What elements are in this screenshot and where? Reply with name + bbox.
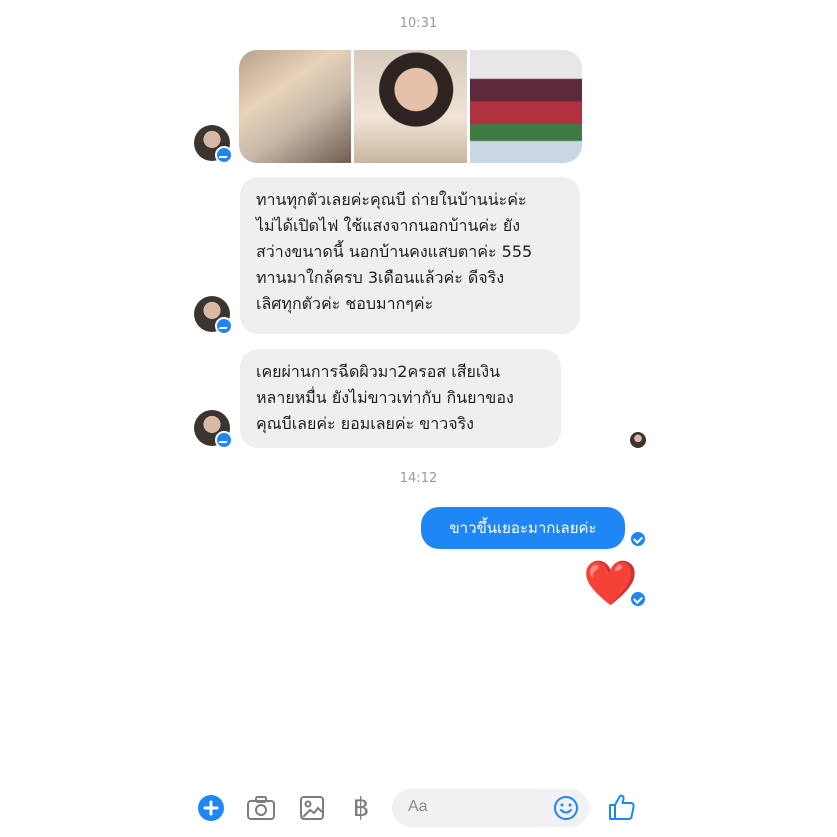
delivered-check-icon xyxy=(631,592,645,606)
contact-avatar[interactable] xyxy=(194,410,233,449)
message-input[interactable]: Aa xyxy=(392,789,589,827)
messenger-badge-icon xyxy=(215,146,233,164)
timestamp: 10:31 xyxy=(399,16,438,31)
seen-avatar xyxy=(630,432,646,448)
messenger-badge-icon xyxy=(215,431,233,449)
message-input-placeholder: Aa xyxy=(408,798,428,815)
plus-icon[interactable] xyxy=(197,794,225,822)
contact-avatar[interactable] xyxy=(194,125,233,164)
baht-icon[interactable]: ฿ xyxy=(349,792,373,824)
messenger-badge-icon xyxy=(215,317,233,335)
contact-avatar[interactable] xyxy=(194,296,233,335)
photo-thumbnail[interactable] xyxy=(469,50,582,163)
timestamp: 14:12 xyxy=(399,471,438,486)
incoming-message[interactable]: เคยผ่านการฉีดผิวมา2ครอส เสียเงิน หลายหมื… xyxy=(240,349,561,448)
heart-emoji-message[interactable]: ❤️ xyxy=(583,562,638,606)
incoming-message[interactable]: ทานทุกตัวเลยค่ะคุณบี ถ่ายในบ้านน่ะค่ะ ไม… xyxy=(240,177,580,334)
image-icon[interactable] xyxy=(299,794,325,822)
emoji-icon[interactable] xyxy=(553,795,579,821)
camera-icon[interactable] xyxy=(246,794,276,822)
delivered-check-icon xyxy=(631,532,645,546)
photo-thumbnail[interactable] xyxy=(239,50,352,163)
photo-group[interactable] xyxy=(239,50,582,163)
photo-thumbnail[interactable] xyxy=(354,50,467,163)
outgoing-message[interactable]: ขาวขึ้นเยอะมากเลยค่ะ xyxy=(421,507,625,549)
like-icon[interactable] xyxy=(607,792,635,822)
